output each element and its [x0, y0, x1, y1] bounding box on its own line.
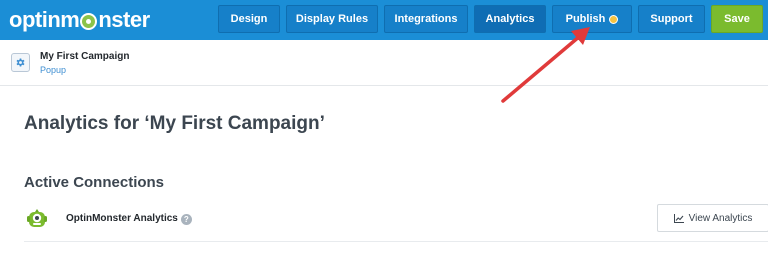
- publish-status-dot-icon: [609, 14, 619, 24]
- nav-analytics-button[interactable]: Analytics: [474, 5, 546, 33]
- connection-row: OptinMonster Analytics? View Analytics: [24, 201, 768, 242]
- nav-support-label: Support: [650, 13, 693, 25]
- campaign-type: Popup: [40, 65, 67, 75]
- campaign-settings-button[interactable]: [11, 53, 30, 72]
- chart-icon: [673, 213, 684, 223]
- nav-support-button[interactable]: Support: [638, 5, 705, 33]
- help-icon[interactable]: ?: [180, 214, 192, 225]
- save-label: Save: [724, 13, 750, 25]
- logo-text-start: optinm: [9, 7, 80, 32]
- nav-integrations-label: Integrations: [394, 13, 458, 25]
- view-analytics-label: View Analytics: [688, 212, 753, 224]
- nav-design-label: Design: [230, 13, 268, 25]
- active-connections-heading: Active Connections: [24, 174, 165, 191]
- nav-display-rules-label: Display Rules: [295, 13, 369, 25]
- campaign-header: My First Campaign Popup: [0, 40, 768, 86]
- view-analytics-button[interactable]: View Analytics: [657, 204, 768, 232]
- campaign-name[interactable]: My First Campaign: [40, 51, 129, 62]
- optinmonster-logo[interactable]: optinm nster: [9, 5, 150, 35]
- nav-display-rules-button[interactable]: Display Rules: [286, 5, 378, 33]
- connection-name-label: OptinMonster Analytics: [66, 213, 178, 224]
- nav-publish-button[interactable]: Publish: [552, 5, 632, 33]
- connection-name: OptinMonster Analytics?: [66, 213, 192, 225]
- gear-icon: [16, 58, 25, 67]
- monster-icon: [27, 209, 47, 227]
- nav-integrations-button[interactable]: Integrations: [384, 5, 468, 33]
- nav-publish-label: Publish: [565, 13, 606, 25]
- save-button[interactable]: Save: [711, 5, 763, 33]
- nav-analytics-label: Analytics: [485, 13, 535, 25]
- page-title: Analytics for ‘My First Campaign’: [24, 113, 325, 134]
- logo-text-end: nster: [98, 7, 150, 32]
- top-navigation-bar: optinm nster Design Display Rules Integra…: [0, 0, 768, 40]
- nav-design-button[interactable]: Design: [218, 5, 280, 33]
- logo-eye-icon: [80, 12, 98, 30]
